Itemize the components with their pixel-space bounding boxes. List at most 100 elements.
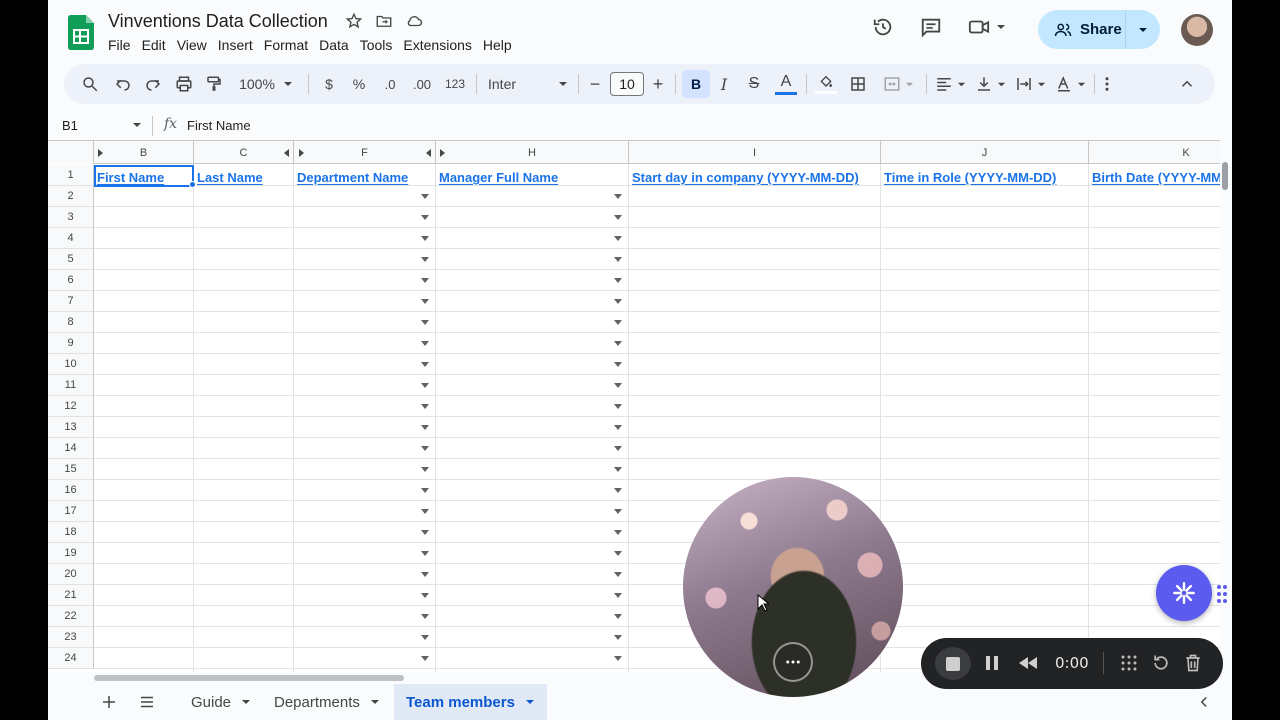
- dropdown-arrow-icon[interactable]: [614, 362, 622, 367]
- dropdown-arrow-icon[interactable]: [421, 278, 429, 283]
- undo-icon[interactable]: [111, 64, 135, 104]
- text-color-button[interactable]: A: [774, 64, 798, 104]
- cell-f1[interactable]: Department Name: [294, 165, 436, 186]
- dropdown-arrow-icon[interactable]: [614, 488, 622, 493]
- dropdown-arrow-icon[interactable]: [614, 572, 622, 577]
- dropdown-arrow-icon[interactable]: [614, 551, 622, 556]
- text-rotation-icon[interactable]: [1052, 64, 1088, 104]
- menu-insert[interactable]: Insert: [218, 36, 260, 53]
- dropdown-arrow-icon[interactable]: [614, 656, 622, 661]
- dropdown-arrow-icon[interactable]: [421, 551, 429, 556]
- row-header-2[interactable]: 2: [48, 186, 94, 207]
- number-format-button[interactable]: 123: [442, 64, 468, 104]
- row-header-4[interactable]: 4: [48, 228, 94, 249]
- zoom-select[interactable]: 100%: [234, 64, 298, 104]
- dropdown-arrow-icon[interactable]: [421, 488, 429, 493]
- row-header-7[interactable]: 7: [48, 291, 94, 312]
- row-header-23[interactable]: 23: [48, 627, 94, 648]
- hidden-column-arrow-icon[interactable]: [299, 149, 304, 157]
- share-dropdown[interactable]: [1126, 25, 1160, 35]
- merge-cells-icon[interactable]: [878, 64, 918, 104]
- row-header-21[interactable]: 21: [48, 585, 94, 606]
- row-header-20[interactable]: 20: [48, 564, 94, 585]
- hidden-column-arrow-icon[interactable]: [440, 149, 445, 157]
- vertical-align-icon[interactable]: [972, 64, 1008, 104]
- document-title[interactable]: Vinventions Data Collection: [108, 11, 328, 32]
- horizontal-scrollbar[interactable]: [94, 675, 404, 681]
- dropdown-arrow-icon[interactable]: [614, 635, 622, 640]
- dropdown-arrow-icon[interactable]: [421, 257, 429, 262]
- row-header-18[interactable]: 18: [48, 522, 94, 543]
- dropdown-arrow-icon[interactable]: [614, 299, 622, 304]
- font-size-input[interactable]: 10: [610, 72, 644, 96]
- row-header-9[interactable]: 9: [48, 333, 94, 354]
- dropdown-arrow-icon[interactable]: [614, 614, 622, 619]
- dropdown-arrow-icon[interactable]: [421, 635, 429, 640]
- column-header-j[interactable]: J: [881, 141, 1089, 164]
- chevron-left-icon[interactable]: [1194, 692, 1214, 712]
- fill-color-icon[interactable]: [814, 64, 838, 104]
- row-header-13[interactable]: 13: [48, 417, 94, 438]
- dropdown-arrow-icon[interactable]: [421, 341, 429, 346]
- strikethrough-button[interactable]: S: [744, 64, 764, 104]
- all-sheets-icon[interactable]: [137, 692, 157, 712]
- row-header-1[interactable]: 1: [48, 165, 94, 186]
- dropdown-arrow-icon[interactable]: [614, 404, 622, 409]
- column-header-i[interactable]: I: [629, 141, 881, 164]
- column-header-k[interactable]: K: [1089, 141, 1220, 164]
- italic-button[interactable]: I: [714, 64, 734, 104]
- search-menus-icon[interactable]: [78, 64, 102, 104]
- dropdown-arrow-icon[interactable]: [421, 530, 429, 535]
- cell-c1[interactable]: Last Name: [194, 165, 294, 186]
- column-header-c[interactable]: C: [194, 141, 294, 164]
- row-header-12[interactable]: 12: [48, 396, 94, 417]
- row-header-6[interactable]: 6: [48, 270, 94, 291]
- row-header-8[interactable]: 8: [48, 312, 94, 333]
- dropdown-arrow-icon[interactable]: [421, 404, 429, 409]
- percent-format-button[interactable]: %: [349, 64, 369, 104]
- cell-k1[interactable]: Birth Date (YYYY-MM-DD): [1089, 165, 1220, 186]
- dropdown-arrow-icon[interactable]: [421, 299, 429, 304]
- column-header-h[interactable]: H: [436, 141, 629, 164]
- hidden-column-arrow-icon[interactable]: [284, 149, 289, 157]
- dropdown-arrow-icon[interactable]: [614, 593, 622, 598]
- stop-recording-button[interactable]: [935, 647, 971, 680]
- dropdown-arrow-icon[interactable]: [421, 236, 429, 241]
- text-wrapping-icon[interactable]: [1012, 64, 1048, 104]
- dropdown-arrow-icon[interactable]: [421, 446, 429, 451]
- meet-button[interactable]: [968, 16, 1006, 38]
- dropdown-arrow-icon[interactable]: [421, 614, 429, 619]
- row-header-22[interactable]: 22: [48, 606, 94, 627]
- dropdown-arrow-icon[interactable]: [614, 215, 622, 220]
- rewind-icon[interactable]: [1017, 653, 1039, 673]
- row-header-17[interactable]: 17: [48, 501, 94, 522]
- dropdown-arrow-icon[interactable]: [614, 467, 622, 472]
- dropdown-arrow-icon[interactable]: [421, 362, 429, 367]
- dropdown-arrow-icon[interactable]: [614, 530, 622, 535]
- restart-icon[interactable]: [1151, 653, 1171, 673]
- cloud-saved-icon[interactable]: [405, 12, 423, 30]
- dropdown-arrow-icon[interactable]: [614, 236, 622, 241]
- version-history-icon[interactable]: [872, 16, 894, 38]
- paint-format-icon[interactable]: [202, 64, 226, 104]
- row-header-16[interactable]: 16: [48, 480, 94, 501]
- menu-extensions[interactable]: Extensions: [403, 36, 478, 53]
- dropdown-arrow-icon[interactable]: [614, 257, 622, 262]
- drag-handle-icon[interactable]: [1216, 584, 1228, 604]
- formula-input[interactable]: First Name: [187, 118, 251, 133]
- dropdown-arrow-icon[interactable]: [421, 509, 429, 514]
- more-horizontal-icon[interactable]: [773, 642, 813, 682]
- currency-format-button[interactable]: $: [319, 64, 339, 104]
- decrease-font-size-icon[interactable]: −: [586, 64, 604, 104]
- column-header-b[interactable]: B: [94, 141, 194, 164]
- dropdown-arrow-icon[interactable]: [421, 194, 429, 199]
- menu-help[interactable]: Help: [483, 36, 519, 53]
- menu-format[interactable]: Format: [264, 36, 315, 53]
- dropdown-arrow-icon[interactable]: [421, 383, 429, 388]
- menu-edit[interactable]: Edit: [142, 36, 173, 53]
- font-select[interactable]: Inter: [488, 64, 568, 104]
- spreadsheet-grid[interactable]: B C F H I J K 1 2 3 4 5 6 7 8 9 10 11 12 13 14 15 16 17 1…: [48, 140, 1220, 672]
- share-button[interactable]: Share: [1038, 10, 1160, 49]
- trash-icon[interactable]: [1183, 653, 1203, 673]
- sheet-tab-team-members[interactable]: Team members: [394, 684, 547, 720]
